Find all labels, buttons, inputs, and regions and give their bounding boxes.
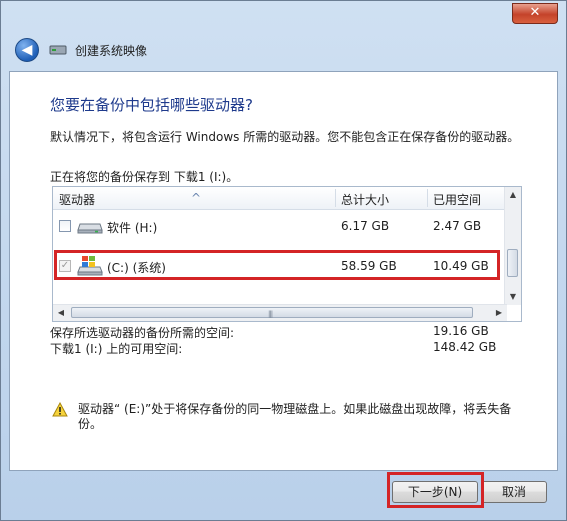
- drive-icon: [77, 223, 103, 234]
- back-arrow-icon: ◀: [21, 42, 33, 58]
- column-header-drive[interactable]: 驱动器: [59, 191, 95, 208]
- scroll-down-icon[interactable]: ▼: [505, 289, 521, 305]
- backup-drive-icon: [49, 45, 67, 55]
- close-button[interactable]: ✕: [512, 3, 558, 24]
- drive-total-size: 6.17 GB: [341, 219, 390, 233]
- drive-checkbox-h[interactable]: [59, 220, 71, 232]
- vertical-scrollbar[interactable]: ▲ ▼: [504, 187, 521, 305]
- navigation-bar: ◀ 创建系统映像: [9, 29, 558, 71]
- title-bar: ✕: [1, 1, 566, 29]
- save-location-text: 正在将您的备份保存到 下载1 (I:)。: [50, 170, 239, 184]
- button-bar: 下一步(N) 取消: [9, 471, 558, 515]
- column-header-total-size[interactable]: 总计大小: [341, 191, 389, 208]
- horizontal-scroll-thumb[interactable]: |||: [71, 307, 473, 318]
- window-title: 创建系统映像: [75, 44, 148, 58]
- scroll-right-icon[interactable]: ▶: [491, 305, 507, 321]
- table-row[interactable]: 软件 (H:) 6.17 GB 2.47 GB: [53, 211, 507, 241]
- warning-text: 驱动器“ (E:)”处于将保存备份的同一物理磁盘上。如果此磁盘出现故障，将丢失备…: [78, 402, 512, 431]
- sort-indicator-icon: ^: [191, 191, 202, 205]
- grip-icon: |||: [268, 310, 273, 318]
- content-panel: 您要在备份中包括哪些驱动器? 默认情况下，将包含运行 Windows 所需的驱动…: [9, 71, 558, 471]
- cancel-button[interactable]: 取消: [481, 481, 547, 503]
- scroll-up-icon[interactable]: ▲: [505, 187, 521, 203]
- available-space-value: 148.42 GB: [433, 340, 497, 354]
- horizontal-scrollbar[interactable]: ◀ ||| ▶: [53, 304, 507, 321]
- scroll-left-icon[interactable]: ◀: [53, 305, 69, 321]
- dialog-window: ✕ ◀ 创建系统映像 您要在备份中包括哪些驱动器? 默认情况下，将包含运行 Wi…: [0, 0, 567, 521]
- list-header: ^ 驱动器 总计大小 已用空间: [53, 187, 507, 210]
- required-space-label: 保存所选驱动器的备份所需的空间:: [50, 326, 235, 340]
- required-space-value: 19.16 GB: [433, 324, 489, 338]
- column-header-used-space[interactable]: 已用空间: [433, 191, 481, 208]
- vertical-scroll-thumb[interactable]: [507, 249, 518, 277]
- selected-drive-highlight: [54, 250, 500, 280]
- drive-name: 软件 (H:): [107, 221, 158, 235]
- drive-used-space: 2.47 GB: [433, 219, 482, 233]
- warning-icon: [52, 402, 68, 417]
- description-text: 默认情况下，将包含运行 Windows 所需的驱动器。您不能包含正在保存备份的驱…: [50, 130, 520, 144]
- next-button-highlight: [387, 472, 484, 508]
- page-title: 您要在备份中包括哪些驱动器?: [50, 96, 253, 114]
- back-button[interactable]: ◀: [15, 38, 39, 62]
- available-space-label: 下载1 (I:) 上的可用空间:: [50, 342, 183, 356]
